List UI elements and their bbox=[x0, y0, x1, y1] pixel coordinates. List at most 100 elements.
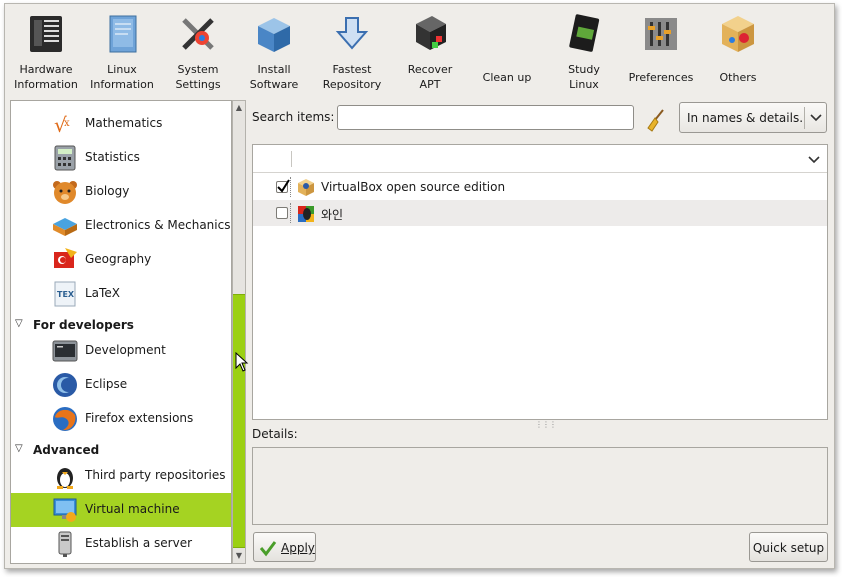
details-panel bbox=[252, 447, 828, 525]
category-label: Geography bbox=[85, 252, 152, 266]
toolbar-hardware-information[interactable]: Hardware Information bbox=[8, 10, 84, 94]
category-electronics-mechanics[interactable]: Electronics & Mechanics bbox=[11, 209, 231, 243]
search-label: Search items: bbox=[252, 110, 335, 124]
toolbar-label: Preferences bbox=[628, 71, 694, 84]
firefox-icon bbox=[53, 407, 77, 431]
toolbar-label: System Settings bbox=[175, 63, 221, 91]
virtualbox-icon bbox=[298, 179, 314, 196]
toolbar-recover-apt[interactable]: Recover APT bbox=[392, 10, 468, 94]
toolbar-fastest-repository[interactable]: Fastest Repository bbox=[314, 10, 390, 94]
svg-text:TEX: TEX bbox=[57, 290, 75, 299]
combo-separator bbox=[804, 107, 805, 129]
hardware-chip-icon bbox=[30, 16, 62, 52]
checkmark-icon bbox=[259, 541, 277, 557]
category-biology[interactable]: Biology bbox=[11, 175, 231, 209]
category-latex[interactable]: TEX LaTeX bbox=[11, 277, 231, 311]
toolbar-label: Linux Information bbox=[90, 63, 154, 91]
scroll-down-arrow-icon[interactable]: ▼ bbox=[233, 549, 245, 563]
category-label: LaTeX bbox=[85, 286, 120, 300]
chevron-down-icon bbox=[810, 114, 822, 122]
category-eclipse[interactable]: Eclipse bbox=[11, 368, 231, 402]
category-tree: √ x Mathematics Statistics Biology Elect… bbox=[10, 100, 232, 564]
expander-icon: ▽ bbox=[15, 318, 23, 329]
app-window: Hardware Information Linux Information S… bbox=[4, 3, 835, 569]
item-label: 와인 bbox=[321, 208, 344, 222]
penguin-icon bbox=[57, 468, 73, 489]
toolbar-study-linux[interactable]: Study Linux bbox=[546, 10, 622, 94]
category-development[interactable]: Development bbox=[11, 334, 231, 368]
category-label: Development bbox=[85, 343, 166, 357]
pane-resize-grip[interactable]: ⋮⋮⋮ bbox=[535, 420, 557, 429]
toolbar-preferences[interactable]: Preferences bbox=[623, 10, 699, 94]
category-label: Biology bbox=[85, 184, 130, 198]
group-label: Advanced bbox=[33, 443, 100, 457]
group-for-developers[interactable]: ▽ For developers bbox=[11, 315, 231, 335]
quick-setup-button-label: Quick setup bbox=[752, 541, 825, 555]
math-icon: √ x bbox=[54, 113, 70, 137]
mouse-cursor-icon bbox=[235, 352, 249, 372]
toolbar-label: Recover APT bbox=[407, 63, 453, 91]
item-checkbox[interactable] bbox=[276, 179, 290, 193]
clear-search-broom-icon[interactable] bbox=[645, 108, 667, 132]
toolbar-label: Install Software bbox=[249, 63, 299, 91]
category-label: Third party repositories bbox=[85, 468, 226, 482]
flag-map-icon bbox=[54, 248, 77, 268]
gears-box-icon bbox=[722, 16, 754, 52]
toolbar-install-software[interactable]: Install Software bbox=[236, 10, 312, 94]
category-establish-a-server[interactable]: Establish a server bbox=[11, 527, 231, 561]
category-label: Eclipse bbox=[85, 377, 128, 391]
category-firefox-extensions[interactable]: Firefox extensions bbox=[11, 402, 231, 436]
quick-setup-button[interactable]: Quick setup bbox=[749, 532, 828, 562]
apply-button-label: Apply bbox=[281, 541, 315, 555]
category-scrollbar[interactable]: ▲ ▼ bbox=[232, 100, 246, 564]
book-icon bbox=[569, 14, 600, 52]
sliders-icon bbox=[645, 18, 677, 50]
tex-icon: TEX bbox=[54, 281, 76, 307]
main-toolbar: Hardware Information Linux Information S… bbox=[5, 4, 834, 96]
eclipse-icon bbox=[53, 373, 77, 397]
chevron-down-icon[interactable] bbox=[807, 152, 821, 166]
toolbar-label: Clean up bbox=[482, 71, 532, 84]
scrollbar-thumb[interactable] bbox=[233, 294, 245, 548]
svg-text:x: x bbox=[64, 118, 70, 129]
package-icon bbox=[258, 18, 290, 52]
category-statistics[interactable]: Statistics bbox=[11, 141, 231, 175]
group-label: For developers bbox=[33, 318, 134, 332]
search-scope-select[interactable]: In names & details. bbox=[679, 102, 827, 133]
list-header bbox=[253, 145, 827, 173]
item-checkbox[interactable] bbox=[276, 207, 288, 219]
category-mathematics[interactable]: √ x Mathematics bbox=[11, 107, 231, 141]
toolbar-label: Others bbox=[719, 71, 757, 84]
category-label: Mathematics bbox=[85, 116, 163, 130]
category-geography[interactable]: Geography bbox=[11, 243, 231, 277]
wine-icon bbox=[298, 206, 314, 222]
tree-line bbox=[290, 203, 291, 223]
list-item[interactable]: VirtualBox open source edition bbox=[253, 174, 827, 200]
document-icon bbox=[109, 15, 137, 53]
toolbar-others[interactable]: Others bbox=[700, 10, 776, 94]
recover-box-icon bbox=[416, 16, 446, 50]
category-label: Virtual machine bbox=[85, 502, 180, 516]
expander-icon: ▽ bbox=[15, 443, 23, 454]
toolbar-linux-information[interactable]: Linux Information bbox=[84, 10, 160, 94]
virtual-machine-icon bbox=[53, 498, 77, 522]
toolbar-label: Study Linux bbox=[568, 63, 600, 91]
category-label: Electronics & Mechanics bbox=[85, 218, 231, 232]
tools-icon bbox=[182, 18, 214, 50]
search-input[interactable] bbox=[337, 105, 634, 130]
apply-button[interactable]: Apply bbox=[253, 532, 316, 562]
list-item[interactable]: 와인 bbox=[253, 200, 827, 226]
details-label: Details: bbox=[252, 427, 298, 441]
chip-icon bbox=[53, 218, 77, 236]
server-icon bbox=[58, 531, 72, 557]
category-third-party-repositories[interactable]: Third party repositories bbox=[11, 459, 231, 493]
checkmark-icon bbox=[277, 179, 290, 193]
tree-line bbox=[290, 177, 291, 197]
scroll-up-arrow-icon[interactable]: ▲ bbox=[233, 101, 245, 115]
toolbar-system-settings[interactable]: System Settings bbox=[160, 10, 236, 94]
group-advanced[interactable]: ▽ Advanced bbox=[11, 440, 231, 460]
category-virtual-machine[interactable]: Virtual machine bbox=[11, 493, 231, 527]
item-label: VirtualBox open source edition bbox=[321, 180, 506, 194]
toolbar-label: Fastest Repository bbox=[322, 63, 382, 91]
toolbar-clean-up[interactable]: Clean up bbox=[469, 10, 545, 94]
